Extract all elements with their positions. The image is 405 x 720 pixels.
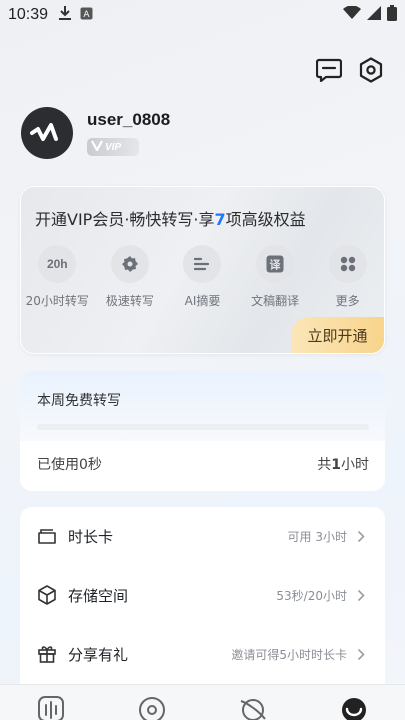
total-suffix: 小时 <box>341 457 369 473</box>
menu-item-value: 可用 3小时 <box>287 529 347 544</box>
free-quota-title: 本周免费转写 <box>37 393 121 409</box>
profile-icon <box>340 695 368 720</box>
card-icon <box>36 525 58 547</box>
hours-icon-text: 20h <box>46 257 68 271</box>
benefit-more[interactable]: 更多 <box>311 245 384 309</box>
menu-card: 时长卡 可用 3小时 存储空间 53秒/20小时 分享有礼 邀请可得5小时时长卡 <box>20 507 385 707</box>
bottom-tab-bar <box>0 684 405 720</box>
benefit-label: 更多 <box>335 294 360 308</box>
wifi-icon <box>343 5 361 24</box>
summary-icon <box>183 245 222 283</box>
free-quota-used: 已使用0秒 <box>37 457 102 473</box>
settings-icon[interactable] <box>357 56 385 84</box>
record-icon <box>138 695 166 720</box>
status-bar: 10:39 A <box>0 0 405 30</box>
planet-icon <box>238 695 268 720</box>
download-icon <box>58 5 72 25</box>
chevron-right-icon <box>357 588 367 602</box>
benefit-20h[interactable]: 20h 20小时转写 <box>21 245 94 309</box>
total-prefix: 共 <box>317 457 332 473</box>
chevron-right-icon <box>357 647 367 661</box>
tab-transcribe[interactable] <box>31 695 71 720</box>
translate-icon-text: 译 <box>270 259 282 272</box>
total-number: 1 <box>331 457 341 473</box>
menu-item-duration-card[interactable]: 时长卡 可用 3小时 <box>20 507 385 565</box>
header-actions <box>315 56 385 84</box>
open-vip-button[interactable]: 立即开通 <box>291 317 384 353</box>
menu-item-label: 分享有礼 <box>68 645 129 664</box>
vip-title-count: 7 <box>214 210 226 229</box>
benefit-label: 20小时转写 <box>25 294 89 308</box>
vip-badge-label: VIP <box>105 141 122 153</box>
benefit-ai-summary[interactable]: AI摘要 <box>166 245 239 309</box>
menu-item-label: 存储空间 <box>68 586 129 605</box>
grid-icon <box>328 245 367 283</box>
profile-header[interactable]: user_0808 VIP <box>21 107 170 159</box>
menu-item-label: 时长卡 <box>68 527 114 546</box>
benefit-label: AI摘要 <box>184 294 221 308</box>
vip-title-prefix: 开通VIP会员·畅快转写·享 <box>35 210 215 229</box>
vip-badge[interactable]: VIP <box>87 138 139 156</box>
battery-icon <box>387 5 397 25</box>
vip-v-icon <box>91 140 103 154</box>
status-time: 10:39 <box>8 6 49 23</box>
svg-text:A: A <box>83 10 90 20</box>
vip-promo-title: 开通VIP会员·畅快转写·享7项高级权益 <box>35 206 306 230</box>
benefit-label: 文稿翻译 <box>251 294 300 308</box>
username: user_0808 <box>87 110 171 129</box>
free-quota-total: 共1小时 <box>317 454 369 474</box>
free-quota-card: 本周免费转写 已使用0秒 共1小时 <box>20 371 385 491</box>
menu-item-value: 53秒/20小时 <box>276 588 347 603</box>
vip-title-suffix: 项高级权益 <box>225 210 306 229</box>
vip-promo-card[interactable]: 开通VIP会员·畅快转写·享7项高级权益 20h 20小时转写 极速转写 AI摘… <box>20 186 385 354</box>
gift-icon <box>36 643 58 665</box>
signal-icon <box>367 6 381 24</box>
box-icon <box>36 584 58 606</box>
menu-item-storage[interactable]: 存储空间 53秒/20小时 <box>20 566 385 624</box>
menu-item-share-gift[interactable]: 分享有礼 邀请可得5小时时长卡 <box>20 625 385 683</box>
message-icon[interactable] <box>315 56 343 84</box>
free-quota-progress <box>37 424 369 430</box>
tab-profile[interactable] <box>334 695 374 720</box>
benefit-translate[interactable]: 译 文稿翻译 <box>239 245 312 309</box>
benefit-label: 极速转写 <box>105 294 154 308</box>
translate-icon: 译 <box>256 245 295 283</box>
gear-icon <box>110 245 149 283</box>
menu-item-value: 邀请可得5小时时长卡 <box>231 647 347 662</box>
benefit-fast[interactable]: 极速转写 <box>94 245 167 309</box>
tab-discover[interactable] <box>233 695 273 720</box>
waveform-icon <box>37 695 65 720</box>
chevron-right-icon <box>357 529 367 543</box>
avatar[interactable] <box>21 107 73 159</box>
tab-record[interactable] <box>132 695 172 720</box>
vip-benefits: 20h 20小时转写 极速转写 AI摘要 译 文稿翻译 更多 <box>21 245 384 309</box>
notification-a-icon: A <box>80 6 93 24</box>
hours-icon: 20h <box>38 245 77 283</box>
